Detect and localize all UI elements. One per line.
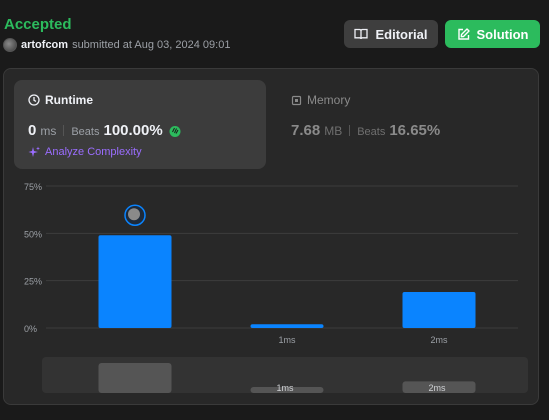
y-tick-label: 50% [24, 229, 42, 239]
overview-bar [98, 363, 172, 393]
runtime-distribution-chart: 0% 25% 50% 75% 1ms 2ms 1ms 2ms [24, 182, 528, 393]
overview-label: 2ms [428, 383, 446, 393]
bar-2[interactable] [250, 324, 324, 328]
bar-3[interactable] [402, 292, 476, 328]
x-tick-label: 2ms [430, 335, 448, 345]
y-tick-label: 0% [24, 324, 37, 334]
y-tick-label: 25% [24, 277, 42, 287]
overview-label: 1ms [276, 383, 294, 393]
y-tick-label: 75% [24, 182, 42, 192]
x-tick-label: 1ms [278, 335, 296, 345]
bar-1[interactable] [98, 235, 172, 328]
user-marker-face [128, 208, 140, 221]
